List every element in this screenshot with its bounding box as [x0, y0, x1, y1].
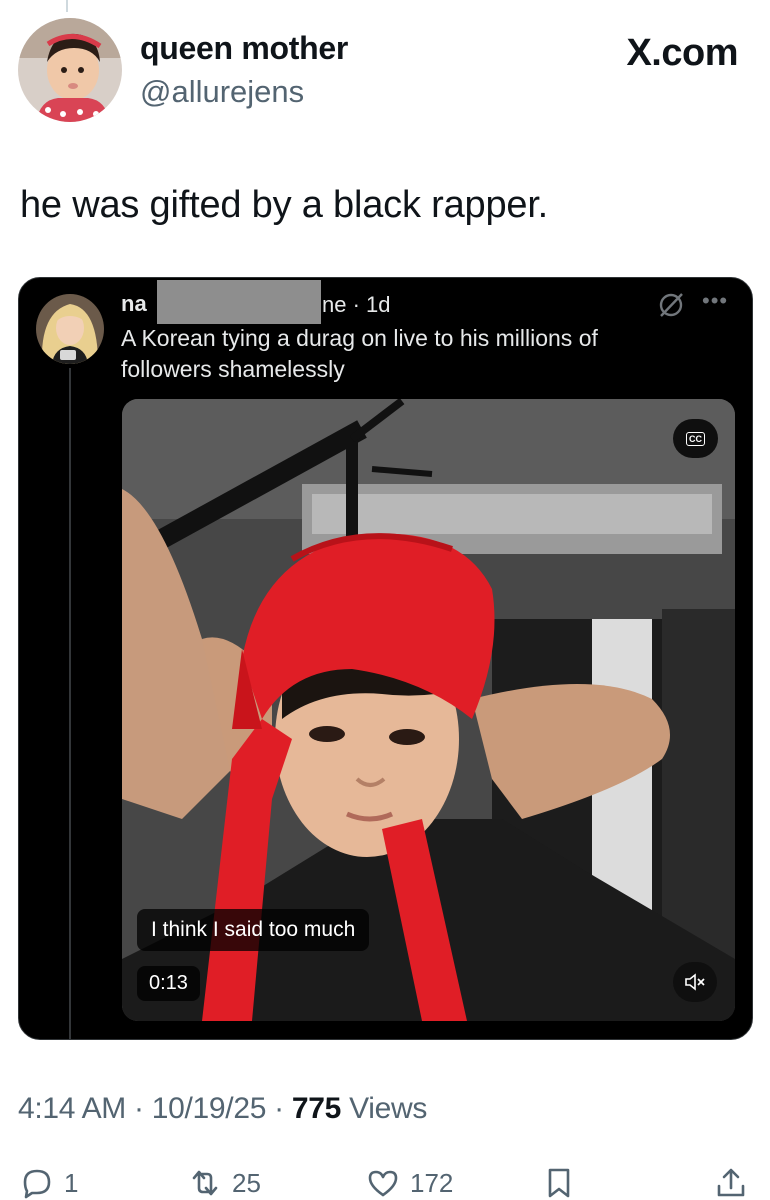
separator: · — [125, 1092, 152, 1125]
bookmark-icon — [548, 1168, 570, 1198]
captions-button[interactable]: CC — [673, 419, 718, 458]
quoted-tweet[interactable]: na ne · 1d ••• A Korean tying a durag on… — [18, 277, 753, 1040]
views-count: 775 — [291, 1092, 342, 1125]
tweet-date: 10/19/25 — [151, 1092, 267, 1125]
like-button[interactable]: 172 — [366, 1166, 453, 1200]
author-name[interactable]: queen mother — [140, 30, 348, 67]
author-handle[interactable]: @allurejens — [140, 74, 304, 110]
site-logo: X.com — [626, 32, 738, 74]
repost-icon — [192, 1170, 218, 1196]
thread-line — [66, 0, 68, 12]
quoted-text: A Korean tying a durag on live to his mi… — [121, 325, 598, 382]
like-icon — [368, 1170, 398, 1197]
mute-icon — [685, 973, 705, 991]
quoted-avatar[interactable] — [36, 294, 104, 364]
share-icon — [717, 1168, 745, 1197]
tweet-text: he was gifted by a black rapper. — [20, 184, 549, 226]
tweet-timestamp[interactable]: 4:14 AM · 10/19/25 · 775 Views — [18, 1092, 427, 1126]
bookmark-button[interactable] — [542, 1166, 576, 1200]
repost-button[interactable]: 25 — [188, 1166, 261, 1200]
thread-connector — [69, 368, 71, 1039]
author-avatar[interactable] — [18, 18, 122, 122]
reply-count: 1 — [64, 1167, 79, 1198]
reply-button[interactable]: 1 — [20, 1166, 78, 1200]
quoted-meta: ne · 1d — [322, 292, 391, 317]
action-bar: 1 25 172 — [0, 1160, 770, 1200]
captions-icon: CC — [686, 431, 705, 446]
grok-icon[interactable] — [656, 290, 686, 320]
separator: · — [266, 1092, 292, 1125]
video-player[interactable]: CC I think I said too much 0:13 — [122, 399, 735, 1021]
video-duration: 0:13 — [137, 966, 200, 1001]
tweet-time: 4:14 AM — [18, 1092, 126, 1125]
share-button[interactable] — [714, 1166, 748, 1200]
mute-button[interactable] — [673, 962, 717, 1002]
views-label: Views — [349, 1092, 428, 1125]
video-caption: I think I said too much — [137, 909, 370, 951]
redaction-box — [157, 280, 321, 324]
repost-count: 25 — [232, 1167, 261, 1198]
like-count: 172 — [410, 1167, 454, 1198]
reply-icon — [23, 1169, 51, 1199]
more-icon[interactable]: ••• — [702, 288, 728, 314]
quoted-author-name[interactable]: na — [121, 291, 147, 317]
